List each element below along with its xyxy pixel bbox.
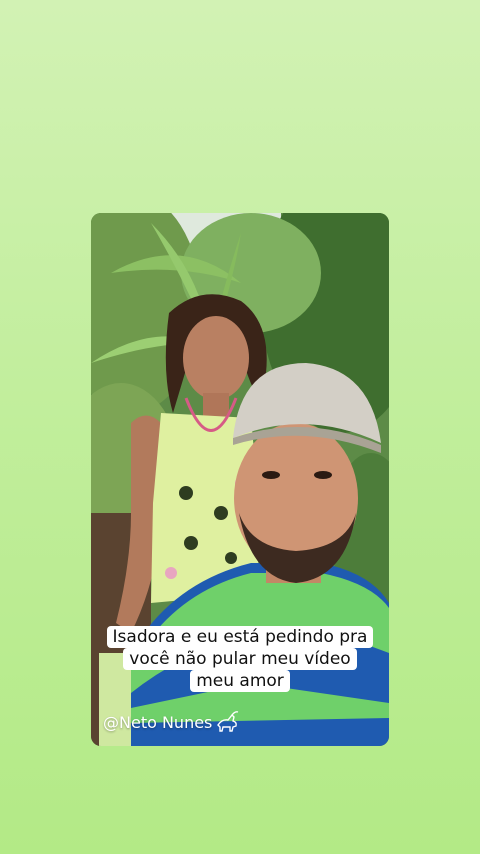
creator-watermark: @Neto Nunes <box>103 709 240 735</box>
watermark-handle: @Neto Nunes <box>103 712 213 732</box>
video-caption: Isadora e eu está pedindo pra você não p… <box>91 626 389 692</box>
caption-line-2: você não pular meu vídeo <box>123 648 357 670</box>
caption-line-1: Isadora e eu está pedindo pra <box>106 626 374 648</box>
video-frame[interactable]: Isadora e eu está pedindo pra você não p… <box>91 213 389 746</box>
caption-line-3: meu amor <box>190 670 290 692</box>
goat-logo-icon <box>217 711 239 732</box>
